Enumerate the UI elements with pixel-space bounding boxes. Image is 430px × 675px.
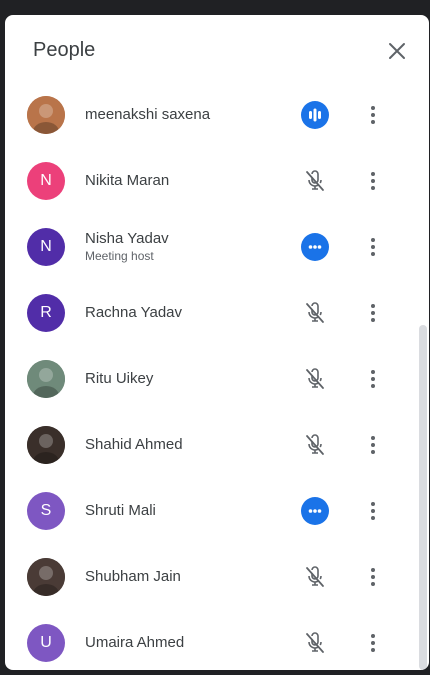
avatar: [27, 558, 65, 596]
avatar: S: [27, 492, 65, 530]
participant-row[interactable]: U Umaira Ahmed: [5, 610, 429, 670]
participant-list: meenakshi saxena N Nikita Maran N Nisha Yada…: [5, 82, 429, 670]
more-vert-icon: [371, 238, 375, 256]
avatar: U: [27, 624, 65, 662]
participant-info: Shruti Mali: [85, 478, 156, 544]
mic-status: [301, 563, 329, 591]
more-vert-icon: [371, 436, 375, 454]
participant-name: Ritu Uikey: [85, 370, 154, 387]
mic-status[interactable]: [301, 233, 329, 261]
participant-row[interactable]: meenakshi saxena: [5, 82, 429, 148]
participant-info: Rachna Yadav: [85, 280, 182, 346]
avatar-photo: [27, 360, 65, 398]
participant-row[interactable]: Shahid Ahmed: [5, 412, 429, 478]
panel-title: People: [33, 39, 96, 61]
people-panel: People meenakshi saxena N Nikita Maran N Nis…: [5, 15, 429, 670]
more-vert-icon: [371, 370, 375, 388]
more-options-button[interactable]: [361, 365, 385, 393]
mic-status: [301, 365, 329, 393]
more-vert-icon: [371, 502, 375, 520]
more-options-button[interactable]: [361, 101, 385, 129]
more-options-button[interactable]: [361, 299, 385, 327]
avatar: [27, 426, 65, 464]
participant-row[interactable]: R Rachna Yadav: [5, 280, 429, 346]
participant-row[interactable]: Ritu Uikey: [5, 346, 429, 412]
panel-header: People: [5, 15, 429, 87]
participant-name: Shubham Jain: [85, 568, 181, 585]
participant-name: meenakshi saxena: [85, 106, 211, 123]
participant-name: Nisha Yadav: [85, 230, 169, 247]
participant-name: Shruti Mali: [85, 502, 156, 519]
avatar-photo: [27, 558, 65, 596]
avatar-photo: [27, 426, 65, 464]
mic-status: [301, 167, 329, 195]
mic-status: [301, 431, 329, 459]
more-vert-icon: [371, 106, 375, 124]
participant-info: meenakshi saxena: [85, 82, 210, 148]
participant-row[interactable]: S Shruti Mali: [5, 478, 429, 544]
more-vert-icon: [371, 172, 375, 190]
participant-info: Umaira Ahmed: [85, 610, 184, 670]
more-horiz-icon: [301, 497, 329, 525]
audio-level-icon: [301, 101, 329, 129]
participant-info: Nisha Yadav Meeting host: [85, 214, 169, 280]
participant-row[interactable]: N Nisha Yadav Meeting host: [5, 214, 429, 280]
scrollbar[interactable]: [419, 325, 427, 670]
mic-off-icon: [306, 566, 324, 587]
mic-status: [301, 629, 329, 657]
mic-off-icon: [306, 170, 324, 191]
mic-off-icon: [306, 368, 324, 389]
avatar: N: [27, 162, 65, 200]
close-button[interactable]: [383, 37, 411, 65]
participant-name: Rachna Yadav: [85, 304, 183, 321]
more-options-button[interactable]: [361, 431, 385, 459]
participant-name: Umaira Ahmed: [85, 634, 185, 651]
more-options-button[interactable]: [361, 497, 385, 525]
more-horiz-icon: [301, 233, 329, 261]
more-vert-icon: [371, 304, 375, 322]
participant-info: Shahid Ahmed: [85, 412, 183, 478]
mic-off-icon: [306, 632, 324, 653]
mic-status: [301, 299, 329, 327]
participant-info: Shubham Jain: [85, 544, 181, 610]
mic-status[interactable]: [301, 497, 329, 525]
participant-name: Nikita Maran: [85, 172, 170, 189]
avatar: [27, 360, 65, 398]
participant-info: Nikita Maran: [85, 148, 169, 214]
mic-off-icon: [306, 434, 324, 455]
more-options-button[interactable]: [361, 233, 385, 261]
more-vert-icon: [371, 568, 375, 586]
participant-row[interactable]: N Nikita Maran: [5, 148, 429, 214]
participant-name: Shahid Ahmed: [85, 436, 183, 453]
participant-info: Ritu Uikey: [85, 346, 153, 412]
participant-role: Meeting host: [85, 249, 154, 263]
mic-status[interactable]: [301, 101, 329, 129]
more-options-button[interactable]: [361, 563, 385, 591]
participant-row[interactable]: Shubham Jain: [5, 544, 429, 610]
more-options-button[interactable]: [361, 629, 385, 657]
more-options-button[interactable]: [361, 167, 385, 195]
mic-off-icon: [306, 302, 324, 323]
more-vert-icon: [371, 634, 375, 652]
avatar: R: [27, 294, 65, 332]
close-icon: [389, 43, 405, 59]
avatar-photo: [27, 96, 65, 134]
avatar: [27, 96, 65, 134]
avatar: N: [27, 228, 65, 266]
